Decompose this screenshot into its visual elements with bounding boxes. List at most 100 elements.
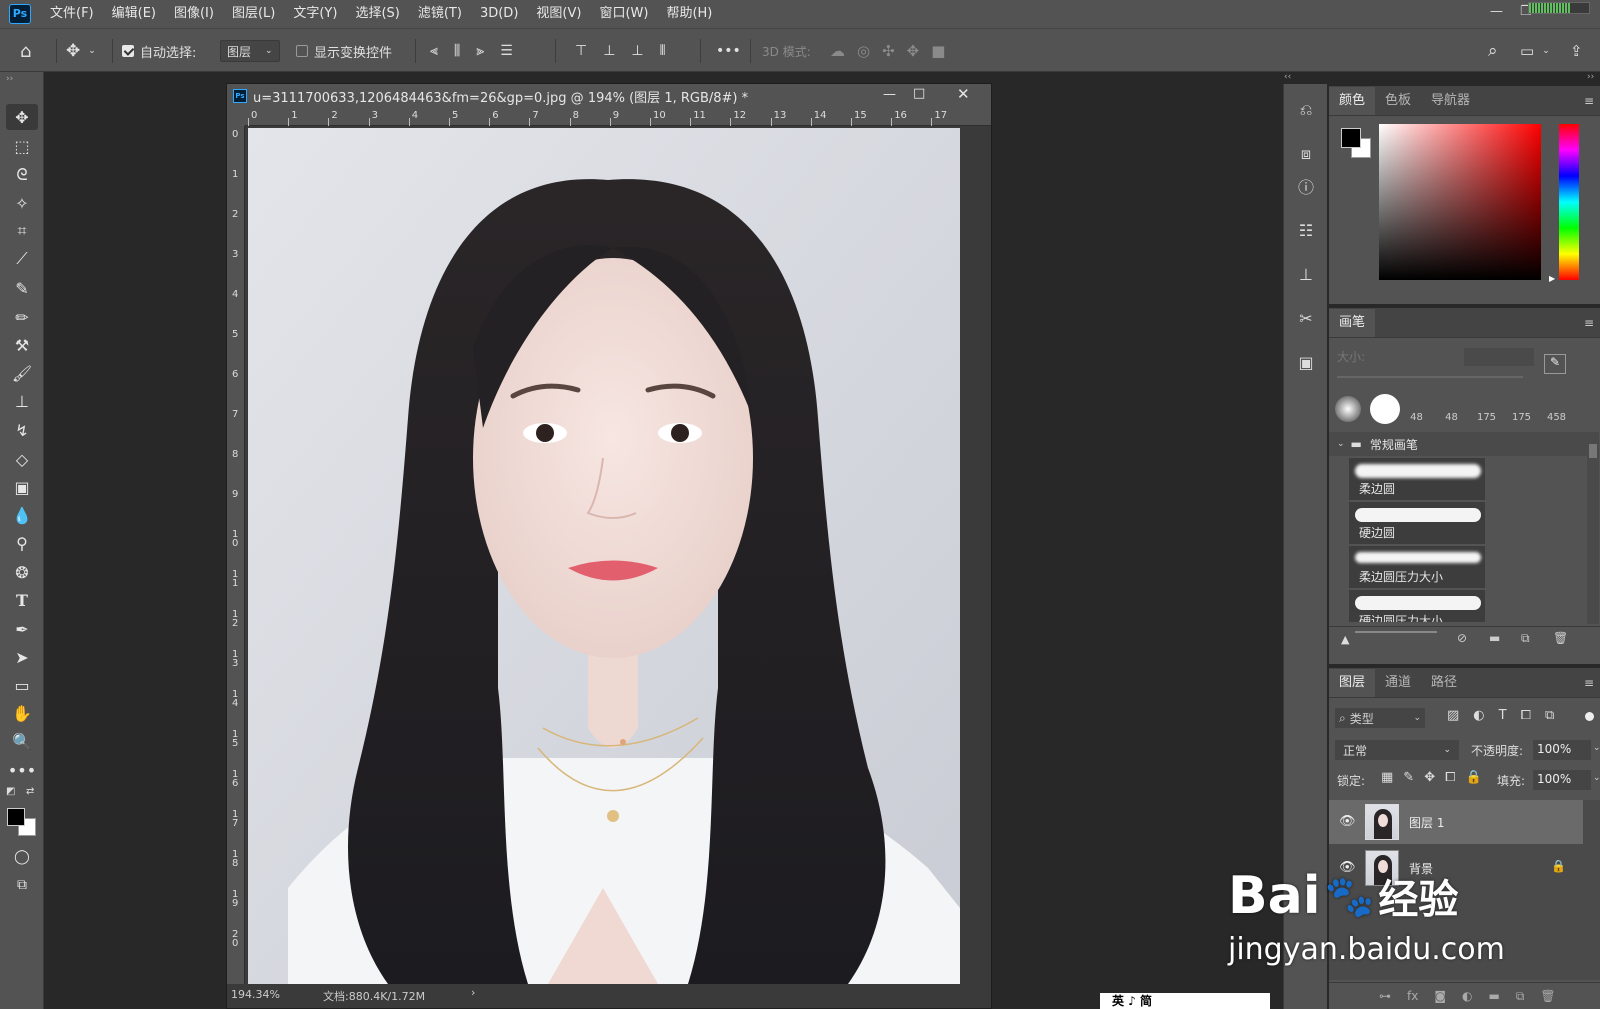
zoom-tool-icon[interactable]: 🔍	[6, 728, 38, 754]
menu-edit[interactable]: 编辑(E)	[103, 0, 165, 28]
more-options-button[interactable]: •••	[716, 29, 741, 73]
brush-preset-1[interactable]: 48	[1399, 390, 1434, 430]
ime-toolbar[interactable]: 英 ♪ 简	[1100, 993, 1270, 1009]
lock-transparent-icon[interactable]: ▦	[1381, 770, 1393, 785]
swap-colors-icon[interactable]: ⇄	[26, 786, 34, 797]
new-group-icon[interactable]: ▬	[1488, 989, 1499, 1009]
quick-mask-icon[interactable]: ◯	[6, 844, 38, 870]
3d-panel-icon[interactable]: ⧈	[1292, 140, 1320, 168]
vertical-ruler[interactable]: 0 1 2 3 4 5 6 7 8 9 1 0 1 1 1 2 1 3 1 4 1 5 1 6 1 7 1 8 1 9…	[227, 126, 245, 996]
tab-paths[interactable]: 路径	[1421, 669, 1467, 697]
chevron-down-icon[interactable]: ⌄	[1593, 773, 1600, 783]
marquee-tool-icon[interactable]: ⬚	[6, 133, 38, 159]
maximize-icon[interactable]: □	[913, 86, 925, 101]
tool-presets-icon[interactable]: ✂	[1292, 304, 1320, 332]
dodge-tool-icon[interactable]: ⚲	[6, 530, 38, 556]
menu-image[interactable]: 图像(I)	[165, 0, 223, 28]
type-tool-icon[interactable]: T	[6, 587, 38, 613]
move-tool-icon[interactable]: ✥	[6, 104, 38, 130]
filter-toggle-icon[interactable]	[1585, 712, 1594, 721]
hard-brush-preset[interactable]	[1364, 390, 1400, 430]
menu-filter[interactable]: 滤镜(T)	[409, 0, 471, 28]
minimize-icon[interactable]: —	[1490, 4, 1503, 19]
toggle-visibility-icon[interactable]: ⊘	[1457, 631, 1467, 645]
collapse-icon[interactable]: ››	[1587, 72, 1594, 82]
brush-settings-icon[interactable]: ☷	[1292, 216, 1320, 244]
brush-item[interactable]: 硬边圆	[1349, 502, 1485, 544]
align-bottom-icon[interactable]: ⊥	[631, 43, 643, 59]
3d-slide-icon[interactable]: ✥	[907, 42, 920, 60]
brush-size-slider[interactable]	[1337, 376, 1523, 378]
share-icon[interactable]: ⇪	[1570, 29, 1583, 73]
photoshop-logo-icon[interactable]: Ps	[9, 4, 31, 24]
history-brush-icon[interactable]: ↯	[6, 417, 38, 443]
document-size[interactable]: 文档:880.4K/1.72M	[323, 988, 425, 1004]
brush-item[interactable]: 柔边圆	[1349, 458, 1485, 500]
history-panel-icon[interactable]: ⎌	[1292, 96, 1320, 124]
search-icon[interactable]: ⌕	[1488, 29, 1498, 73]
pen-tool-icon[interactable]: ✒	[6, 616, 38, 642]
brush-preset-3[interactable]: 175	[1469, 390, 1504, 430]
status-arrow-icon[interactable]: ›	[471, 986, 475, 999]
lock-position-icon[interactable]: ✥	[1424, 770, 1435, 785]
healing-brush-icon[interactable]: ✎	[6, 275, 38, 301]
align-right-icon[interactable]: ⫸	[476, 43, 484, 59]
align-left-icon[interactable]: ⫷	[430, 43, 438, 59]
edit-toolbar-icon[interactable]: •••	[6, 757, 38, 783]
menu-type[interactable]: 文字(Y)	[284, 0, 346, 28]
blend-mode-dropdown[interactable]: 正常 ⌄	[1335, 740, 1459, 760]
color-replace-icon[interactable]: ⚒	[6, 332, 38, 358]
filter-shape-icon[interactable]: ⧠	[1521, 708, 1531, 723]
align-top-icon[interactable]: ⊤	[575, 43, 587, 59]
brush-size-input[interactable]	[1464, 348, 1534, 366]
default-colors-icon[interactable]: ◩	[6, 786, 15, 797]
menu-view[interactable]: 视图(V)	[527, 0, 590, 28]
foreground-color-swatch[interactable]	[7, 808, 25, 826]
eraser-tool-icon[interactable]: ◇	[6, 446, 38, 472]
info-panel-icon[interactable]: ⓘ	[1292, 172, 1320, 200]
layer-style-icon[interactable]: fx	[1407, 989, 1418, 1009]
close-icon[interactable]: ✕	[957, 85, 970, 103]
lock-all-icon[interactable]: 🔒	[1466, 770, 1482, 785]
show-transform-checkbox[interactable]: 显示变换控件	[296, 29, 392, 73]
horizontal-ruler[interactable]: 0 1 2 3 4 5 6 7 8 9 10 11 12 13 14 15 16 17	[245, 108, 991, 126]
tab-color[interactable]: 颜色	[1329, 87, 1376, 115]
brush-preview-slider[interactable]	[1355, 631, 1437, 633]
menu-select[interactable]: 选择(S)	[346, 0, 408, 28]
distribute-icon[interactable]: ☰	[500, 43, 513, 59]
brush-size-small-icon[interactable]: ▲	[1341, 633, 1349, 646]
lock-artboard-icon[interactable]: ⧠	[1445, 770, 1455, 785]
align-vcenter-icon[interactable]: ⊥	[603, 43, 615, 59]
brush-group-header[interactable]: ⌄ ▬ 常规画笔	[1329, 432, 1587, 456]
workspace-icon[interactable]: ▭ ⌄	[1520, 29, 1550, 73]
filter-type-icon[interactable]: T	[1499, 708, 1507, 723]
image-canvas[interactable]	[248, 128, 960, 984]
brush-tool-icon[interactable]: ✏	[6, 304, 38, 330]
collapse-arrows-icon[interactable]: ››	[6, 74, 13, 84]
auto-select-checkbox[interactable]: 自动选择:	[122, 29, 196, 73]
crop-tool-icon[interactable]: ⌗	[6, 218, 38, 244]
saturation-brightness-field[interactable]	[1379, 124, 1541, 280]
sponge-tool-icon[interactable]: ❂	[6, 559, 38, 585]
hand-tool-icon[interactable]: ✋	[6, 700, 38, 726]
menu-3d[interactable]: 3D(D)	[471, 0, 527, 28]
tab-layers[interactable]: 图层	[1329, 669, 1376, 697]
panel-menu-icon[interactable]: ≡	[1584, 676, 1594, 690]
hue-pointer-icon[interactable]: ▶	[1549, 274, 1555, 283]
home-icon[interactable]: ⌂	[20, 29, 31, 73]
clone-stamp-icon[interactable]: ⊥	[6, 388, 38, 414]
move-tool-icon[interactable]: ✥ ⌄	[66, 29, 96, 73]
tab-brushes[interactable]: 画笔	[1329, 309, 1376, 337]
filter-smart-object-icon[interactable]: ⧉	[1545, 708, 1554, 723]
brush-preset-4[interactable]: 175	[1504, 390, 1539, 430]
panel-menu-icon[interactable]: ≡	[1584, 316, 1594, 330]
layer-row[interactable]: 👁 图层 1	[1329, 800, 1583, 844]
document-tab[interactable]: Ps u=3111700633,1206484463&fm=26&gp=0.jp…	[227, 84, 991, 108]
3d-roll-icon[interactable]: ◎	[857, 42, 870, 60]
zoom-level[interactable]: 194.34%	[231, 988, 280, 1001]
new-brush-icon[interactable]: ⧉	[1521, 631, 1530, 646]
screen-mode-icon[interactable]: ⧉	[6, 872, 38, 898]
fill-input[interactable]: 100%	[1533, 770, 1591, 790]
opacity-input[interactable]: 100%	[1533, 740, 1591, 760]
brush-item[interactable]: 硬边圆压力大小	[1349, 590, 1485, 622]
